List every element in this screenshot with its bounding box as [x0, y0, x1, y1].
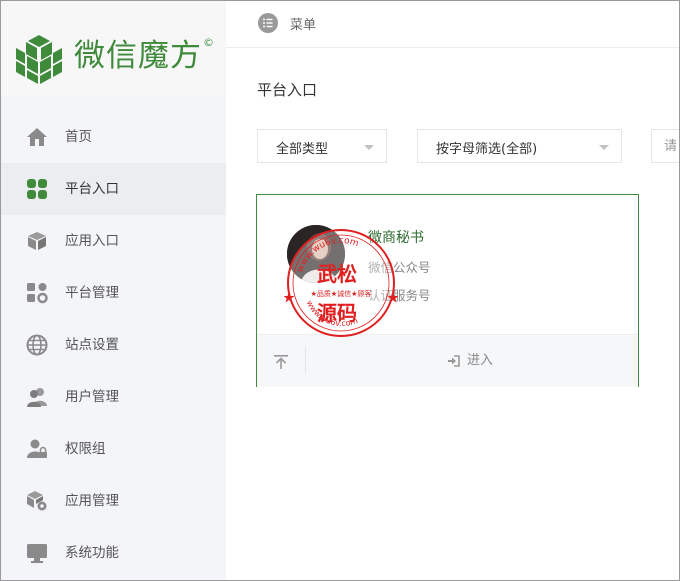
brand-logo-icon: [16, 35, 62, 84]
menu-list-icon[interactable]: [258, 13, 278, 33]
sidebar-item-label: 应用管理: [65, 493, 119, 509]
sidebar-item-label: 权限组: [65, 441, 106, 457]
account-type: 微信公众号: [368, 260, 431, 275]
sidebar-nav: 首页 平台入口 应用入口 平台管理 站点设置 用户管理 权限组 应用管理 系统功…: [1, 111, 226, 579]
sidebar-item-label: 站点设置: [65, 337, 119, 353]
sidebar-item-label: 平台管理: [65, 285, 119, 301]
globe-icon: [26, 334, 48, 356]
brand-name: 微信魔方: [74, 38, 202, 74]
account-card[interactable]: 微商秘书 微信公众号 认证服务号 进入: [256, 194, 639, 387]
letter-filter-value: 按字母筛选(全部): [436, 142, 538, 157]
card-footer: 进入: [257, 334, 638, 387]
sidebar-item-platform-entry[interactable]: 平台入口: [1, 163, 226, 215]
menu-label[interactable]: 菜单: [290, 14, 316, 33]
cube-icon: [28, 232, 46, 250]
sidebar-item-label: 平台入口: [65, 181, 119, 197]
manage-grid-icon: [27, 283, 48, 304]
type-filter-value: 全部类型: [276, 142, 329, 157]
footer-divider: [305, 347, 306, 373]
sidebar-item-app-entry[interactable]: 应用入口: [1, 215, 226, 267]
brand-header: 微信魔方 ©: [1, 1, 226, 96]
page-title: 平台入口: [257, 81, 318, 99]
sidebar-item-permission-group[interactable]: 权限组: [1, 423, 226, 475]
monitor-icon: [27, 544, 47, 563]
home-icon: [27, 128, 47, 146]
type-filter-select[interactable]: 全部类型: [257, 129, 387, 163]
enter-label: 进入: [467, 353, 494, 368]
sidebar-item-label: 用户管理: [65, 389, 119, 405]
sidebar-item-system-functions[interactable]: 系统功能: [1, 527, 226, 579]
app-window: 微信魔方 © 首页 平台入口 应用入口 平台管理 站点设置 用户管理 权限组 应…: [0, 0, 680, 581]
users-icon: [27, 388, 47, 407]
letter-filter-select[interactable]: 按字母筛选(全部): [417, 129, 622, 163]
sidebar-item-site-settings[interactable]: 站点设置: [1, 319, 226, 371]
sign-in-icon: [448, 355, 460, 367]
account-avatar: [287, 225, 345, 283]
sidebar-item-platform-manage[interactable]: 平台管理: [1, 267, 226, 319]
user-lock-icon: [27, 439, 47, 458]
sidebar-item-label: 首页: [65, 129, 92, 145]
pin-to-top-icon[interactable]: [273, 354, 289, 370]
sidebar-item-app-manage[interactable]: 应用管理: [1, 475, 226, 527]
cube-gear-icon: [27, 491, 47, 511]
grid-icon: [27, 179, 47, 199]
chevron-down-icon: [599, 145, 609, 150]
brand-registered-mark: ©: [203, 36, 214, 49]
search-input[interactable]: [651, 129, 679, 163]
sidebar-item-home[interactable]: 首页: [1, 111, 226, 163]
account-level: 认证服务号: [368, 288, 431, 303]
sidebar-item-user-manage[interactable]: 用户管理: [1, 371, 226, 423]
sidebar-item-label: 系统功能: [65, 545, 119, 561]
account-name[interactable]: 微商秘书: [368, 227, 424, 247]
sidebar: 微信魔方 © 首页 平台入口 应用入口 平台管理 站点设置 用户管理 权限组 应…: [1, 1, 226, 580]
chevron-down-icon: [364, 145, 374, 150]
topbar: 菜单: [226, 1, 679, 48]
sidebar-item-label: 应用入口: [65, 233, 119, 249]
